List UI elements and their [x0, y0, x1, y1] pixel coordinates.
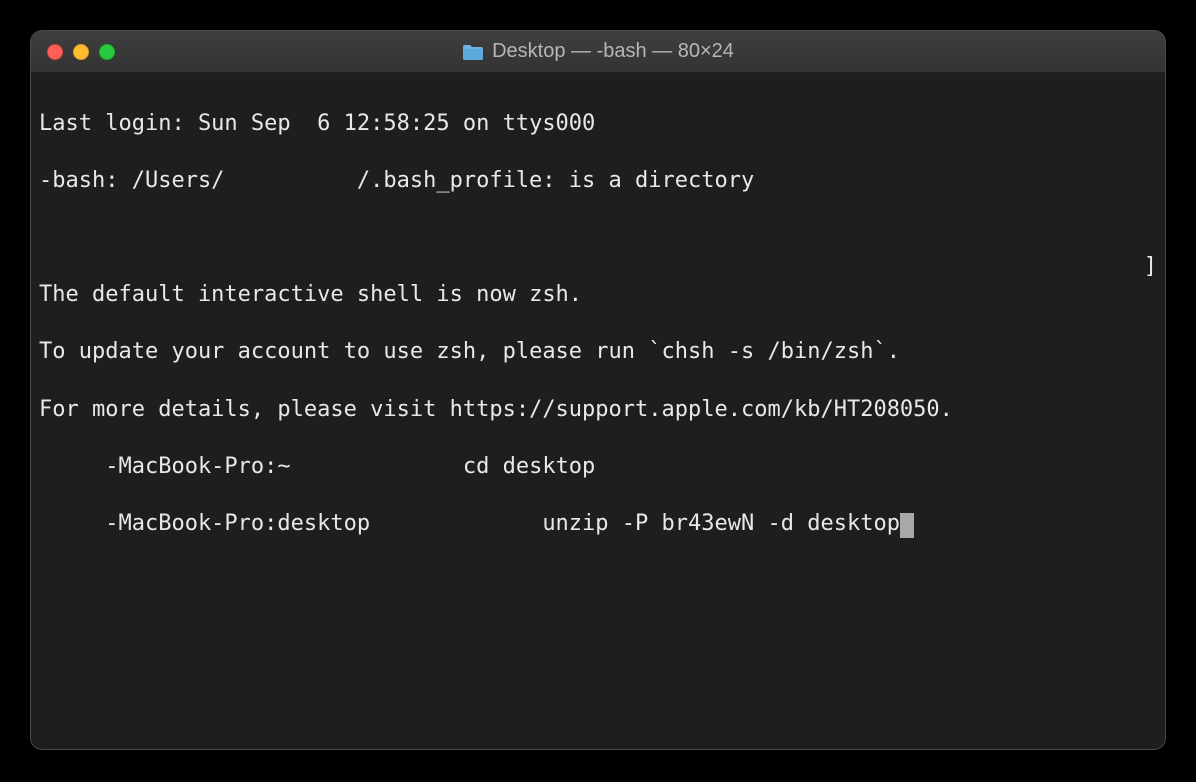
- traffic-lights: [31, 44, 115, 60]
- terminal-window: Desktop — -bash — 80×24 Last login: Sun …: [30, 30, 1166, 750]
- terminal-prompt: -MacBook-Pro:~: [39, 454, 304, 479]
- terminal-text: Last login: Sun Sep 6 12:58:25 on ttys00…: [39, 111, 595, 136]
- terminal-line: [39, 224, 1157, 253]
- scroll-marker: ]: [1144, 253, 1157, 282]
- terminal-text: -bash: /Users/: [39, 168, 224, 193]
- window-title-text: Desktop — -bash — 80×24: [492, 40, 734, 63]
- cursor: [900, 513, 914, 538]
- maximize-button[interactable]: [99, 44, 115, 60]
- terminal-text: /.bash_profile: is a directory: [357, 168, 754, 193]
- close-button[interactable]: [47, 44, 63, 60]
- terminal-command: cd desktop: [304, 454, 595, 479]
- terminal-line: To update your account to use zsh, pleas…: [39, 338, 1157, 367]
- folder-icon: [462, 43, 484, 61]
- terminal-line: For more details, please visit https://s…: [39, 396, 1157, 425]
- terminal-text: To update your account to use zsh, pleas…: [39, 339, 900, 364]
- terminal-line: -MacBook-Pro:~ cd desktop: [39, 453, 1157, 482]
- terminal-line: Last login: Sun Sep 6 12:58:25 on ttys00…: [39, 110, 1157, 139]
- terminal-text: For more details, please visit https://s…: [39, 397, 953, 422]
- terminal-command: unzip -P br43ewN -d desktop: [383, 511, 900, 536]
- terminal-prompt: -MacBook-Pro:desktop: [39, 511, 383, 536]
- terminal-line: The default interactive shell is now zsh…: [39, 281, 1157, 310]
- terminal-line: -MacBook-Pro:desktop unzip -P br43ewN -d…: [39, 510, 1157, 539]
- minimize-button[interactable]: [73, 44, 89, 60]
- terminal-line: -bash: /Users/ /.bash_profile: is a direc…: [39, 167, 1157, 196]
- terminal-text: The default interactive shell is now zsh…: [39, 282, 582, 307]
- terminal-body[interactable]: Last login: Sun Sep 6 12:58:25 on ttys00…: [31, 73, 1165, 749]
- titlebar[interactable]: Desktop — -bash — 80×24: [31, 31, 1165, 73]
- window-title: Desktop — -bash — 80×24: [31, 40, 1165, 63]
